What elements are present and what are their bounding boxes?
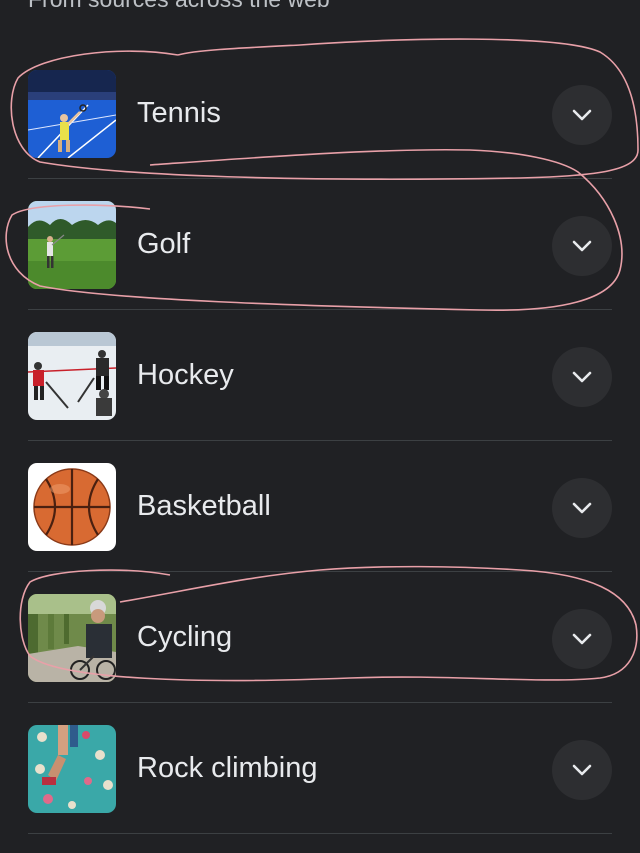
hockey-thumbnail	[28, 332, 116, 420]
item-label-golf: Golf	[137, 228, 191, 260]
list-item-hockey[interactable]: Hockey	[0, 310, 640, 441]
basketball-photo	[28, 463, 116, 551]
rock-climbing-photo	[28, 725, 116, 813]
hockey-photo	[28, 332, 116, 420]
chevron-down-icon	[572, 371, 592, 383]
chevron-down-icon	[572, 240, 592, 252]
expand-button-rock-climbing[interactable]	[552, 740, 612, 800]
list-item-basketball[interactable]: Basketball	[0, 441, 640, 572]
expand-button-golf[interactable]	[552, 216, 612, 276]
list-item-rock-climbing[interactable]: Rock climbing	[0, 703, 640, 834]
section-header: From sources across the web	[28, 0, 330, 13]
item-label-cycling: Cycling	[137, 621, 233, 653]
cycling-photo	[28, 594, 116, 682]
item-label-hockey: Hockey	[137, 359, 234, 391]
tennis-photo	[28, 70, 116, 158]
rock-climbing-thumbnail	[28, 725, 116, 813]
list-item-cycling[interactable]: Cycling	[0, 572, 640, 703]
chevron-down-icon	[572, 633, 592, 645]
chevron-down-icon	[572, 764, 592, 776]
divider	[28, 833, 612, 834]
cycling-thumbnail	[28, 594, 116, 682]
expand-button-basketball[interactable]	[552, 478, 612, 538]
basketball-thumbnail	[28, 463, 116, 551]
list-item-golf[interactable]: Golf	[0, 179, 640, 310]
item-label-rock-climbing: Rock climbing	[137, 752, 318, 784]
expand-button-cycling[interactable]	[552, 609, 612, 669]
item-label-basketball: Basketball	[137, 490, 271, 522]
expand-button-tennis[interactable]	[552, 85, 612, 145]
golf-thumbnail	[28, 201, 116, 289]
chevron-down-icon	[572, 109, 592, 121]
sports-list: Tennis Golf Hockey Basketball Cycling Ro…	[0, 48, 640, 834]
tennis-thumbnail	[28, 70, 116, 158]
page: From sources across the web	[0, 0, 640, 853]
chevron-down-icon	[572, 502, 592, 514]
item-label-tennis: Tennis	[137, 97, 221, 129]
golf-photo	[28, 201, 116, 289]
list-item-tennis[interactable]: Tennis	[0, 48, 640, 179]
expand-button-hockey[interactable]	[552, 347, 612, 407]
